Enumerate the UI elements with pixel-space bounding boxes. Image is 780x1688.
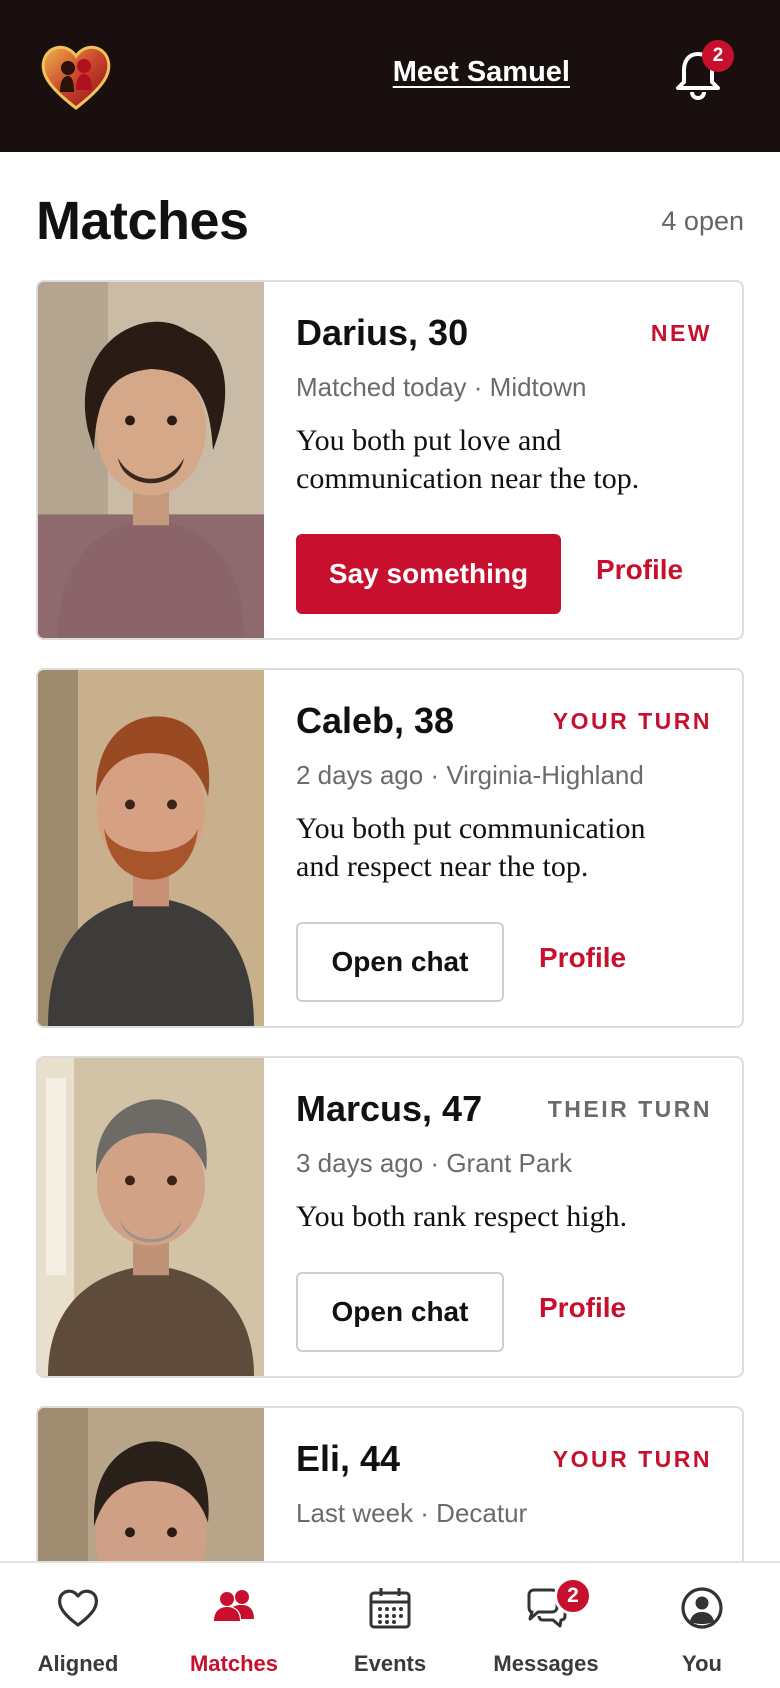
nav-item-matches[interactable]: Matches xyxy=(156,1563,312,1688)
match-meta: 3 days ago · Grant Park xyxy=(296,1148,573,1178)
heart-couple-logo-icon[interactable] xyxy=(38,38,114,114)
people-icon xyxy=(211,1585,257,1631)
profile-link[interactable]: Profile xyxy=(596,554,683,586)
match-meta: Last week · Decatur xyxy=(296,1498,528,1528)
bottom-nav: Aligned Matches Events 2 Messages You xyxy=(0,1561,780,1688)
nav-label: Events xyxy=(353,1651,427,1676)
match-blurb: You both put love and communication near… xyxy=(296,424,640,495)
match-card[interactable]: Marcus, 47 THEIR TURN 3 days ago · Grant… xyxy=(36,1056,744,1378)
nav-label: Matches xyxy=(189,1651,279,1676)
match-card[interactable]: Darius, 30 NEW Matched today · Midtown Y… xyxy=(36,280,744,640)
notification-badge: 2 xyxy=(702,40,734,72)
match-name: Marcus, 47 xyxy=(296,1088,483,1129)
page-title: Matches xyxy=(36,191,249,251)
calendar-icon xyxy=(367,1585,413,1631)
profile-link[interactable]: Profile xyxy=(539,942,626,974)
nav-item-aligned[interactable]: Aligned xyxy=(0,1563,156,1688)
messages-badge: 2 xyxy=(554,1577,592,1615)
nav-item-you[interactable]: You xyxy=(624,1563,780,1688)
match-status-badge: YOUR TURN xyxy=(552,708,712,734)
nav-label: You xyxy=(682,1651,722,1676)
top-bar: Meet Samuel 2 xyxy=(0,0,780,152)
match-name: Caleb, 38 xyxy=(296,700,455,741)
match-blurb: You both put communication and respect n… xyxy=(296,812,646,883)
match-status-badge: THEIR TURN xyxy=(547,1096,712,1122)
nav-label: Messages xyxy=(493,1651,599,1676)
user-circle-icon xyxy=(679,1585,725,1631)
match-photo[interactable] xyxy=(38,282,264,638)
nav-item-events[interactable]: Events xyxy=(312,1563,468,1688)
match-card[interactable]: Caleb, 38 YOUR TURN 2 days ago · Virgini… xyxy=(36,668,744,1028)
heart-icon xyxy=(55,1585,101,1631)
open-chat-button[interactable]: Open chat xyxy=(296,922,504,1002)
meet-samuel-link[interactable]: Meet Samuel xyxy=(393,56,570,89)
open-count: 4 open xyxy=(661,206,744,236)
match-name: Darius, 30 xyxy=(296,312,469,353)
match-photo[interactable] xyxy=(38,1058,264,1376)
nav-label: Aligned xyxy=(37,1651,119,1676)
match-photo[interactable] xyxy=(38,670,264,1026)
match-status-badge: NEW xyxy=(650,320,712,346)
open-chat-button[interactable]: Open chat xyxy=(296,1272,504,1352)
match-name: Eli, 44 xyxy=(296,1438,401,1479)
match-blurb: You both rank respect high. xyxy=(296,1200,628,1233)
match-meta: 2 days ago · Virginia-Highland xyxy=(296,760,644,790)
say-something-button[interactable]: Say something xyxy=(296,534,561,614)
nav-item-messages[interactable]: 2 Messages xyxy=(468,1563,624,1688)
profile-link[interactable]: Profile xyxy=(539,1292,626,1324)
match-status-badge: YOUR TURN xyxy=(552,1446,712,1472)
match-meta: Matched today · Midtown xyxy=(296,372,587,402)
